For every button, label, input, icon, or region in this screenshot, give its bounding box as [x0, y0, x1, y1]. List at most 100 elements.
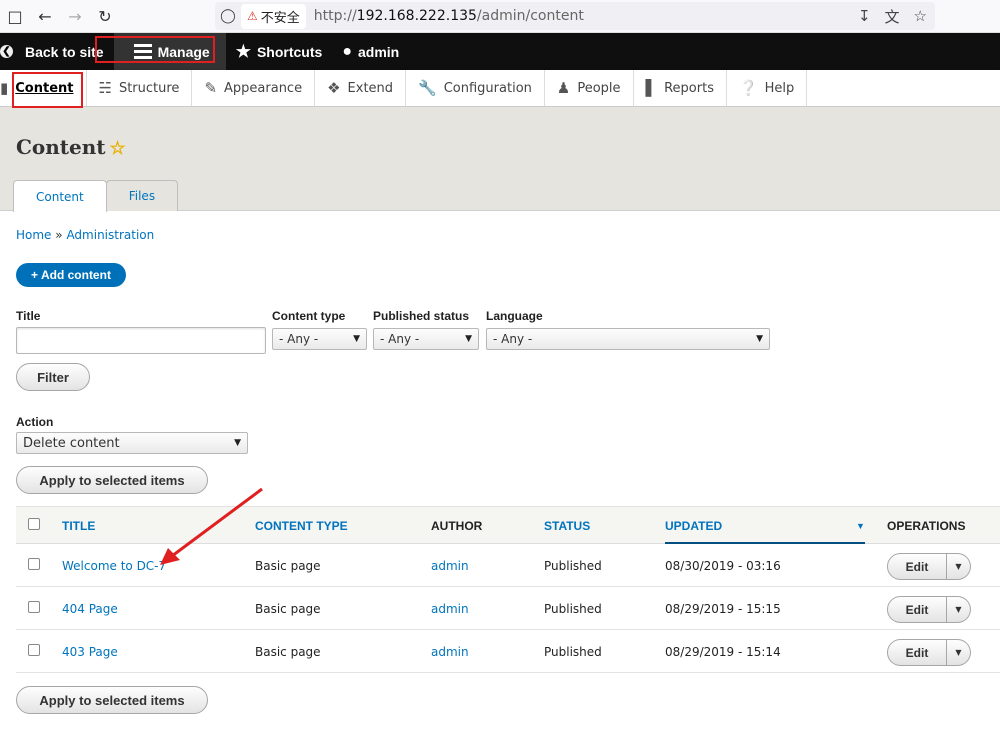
table-row: 403 Page Basic page admin Published 08/2… [16, 630, 1000, 673]
caret-down-icon: ▼ [465, 334, 472, 344]
row-content-type: Basic page [255, 559, 321, 573]
operations-dropdown-toggle[interactable]: ▼ [947, 553, 971, 580]
action-select[interactable]: Delete content ▼ [16, 432, 248, 454]
translate-icon[interactable]: 文 [885, 6, 900, 27]
edit-button[interactable]: Edit [887, 553, 947, 580]
operations-dropdown-toggle[interactable]: ▼ [947, 596, 971, 623]
tray-item-label: Help [764, 80, 795, 96]
title-filter-label: Title [16, 309, 41, 323]
tray-item-structure[interactable]: ☵ Structure [87, 70, 193, 106]
apply-selected-button-bottom[interactable]: Apply to selected items [16, 686, 208, 714]
url-text[interactable]: http://192.168.222.135/admin/content [314, 8, 584, 24]
add-content-button[interactable]: + Add content [16, 263, 126, 287]
breadcrumb: Home » Administration [16, 228, 154, 242]
published-status-value: - Any - [380, 332, 420, 346]
apply-selected-button-top[interactable]: Apply to selected items [16, 466, 208, 494]
header-content-type[interactable]: CONTENT TYPE [255, 519, 348, 533]
url-prefix: http:// [313, 8, 357, 24]
wrench-icon: 🔧 [418, 79, 437, 97]
content-type-select[interactable]: - Any - ▼ [272, 328, 367, 350]
back-to-site-link[interactable]: ❮ Back to site [0, 33, 114, 70]
caret-down-icon: ▼ [955, 648, 962, 657]
reload-icon[interactable]: ↻ [90, 0, 120, 33]
row-content-type: Basic page [255, 602, 321, 616]
row-updated: 08/29/2019 - 15:14 [665, 645, 781, 659]
forward-arrow-icon[interactable]: → [60, 0, 90, 33]
table-header: TITLE CONTENT TYPE AUTHOR STATUS UPDATED… [16, 506, 1000, 544]
table-row: 404 Page Basic page admin Published 08/2… [16, 587, 1000, 630]
row-title-link[interactable]: 404 Page [62, 602, 118, 616]
content-type-value: - Any - [279, 332, 319, 346]
browser-bar: □ ← → ↻ ◯ ⚠ 不安全 http://192.168.222.135/a… [0, 0, 1000, 33]
back-arrow-icon[interactable]: ← [30, 0, 60, 33]
url-path: /admin/content [476, 8, 584, 24]
shortcuts-label: Shortcuts [256, 43, 323, 60]
url-host: 192.168.222.135 [356, 8, 477, 24]
bar-chart-icon: ▌ [645, 79, 658, 97]
address-bar[interactable]: ◯ ⚠ 不安全 http://192.168.222.135/admin/con… [215, 2, 935, 30]
header-author: AUTHOR [431, 519, 483, 533]
header-status[interactable]: STATUS [544, 519, 590, 533]
language-select[interactable]: - Any - ▼ [486, 328, 770, 350]
shield-icon[interactable]: ◯ [215, 8, 241, 24]
row-status: Published [544, 645, 602, 659]
edit-button[interactable]: Edit [887, 639, 947, 666]
row-status: Published [544, 602, 602, 616]
tray-item-extend[interactable]: ❖ Extend [315, 70, 407, 106]
published-status-label: Published status [373, 309, 470, 323]
select-all-checkbox[interactable] [28, 518, 40, 530]
user-icon: ● [342, 42, 352, 60]
header-updated[interactable]: UPDATED [665, 519, 722, 533]
page-title-text: Content [16, 135, 106, 159]
breadcrumb-administration[interactable]: Administration [66, 228, 154, 242]
language-value: - Any - [493, 332, 533, 346]
row-title-link[interactable]: 403 Page [62, 645, 118, 659]
shortcut-star-icon[interactable]: ☆ [110, 138, 126, 159]
tray-item-label: Extend [347, 80, 394, 96]
edit-button[interactable]: Edit [887, 596, 947, 623]
breadcrumb-home[interactable]: Home [16, 228, 51, 242]
tab-view-icon[interactable]: □ [0, 0, 30, 33]
broken-lock-icon: ⚠ [247, 9, 258, 23]
bookmark-star-icon[interactable]: ☆ [914, 7, 927, 25]
tray-item-configuration[interactable]: 🔧 Configuration [406, 70, 545, 106]
row-author-link[interactable]: admin [431, 602, 469, 616]
tray-item-help[interactable]: ❔ Help [727, 70, 808, 106]
row-author-link[interactable]: admin [431, 559, 469, 573]
caret-down-icon: ▼ [756, 334, 763, 344]
caret-down-icon: ▼ [234, 438, 241, 448]
title-filter-input[interactable] [16, 327, 266, 354]
people-icon: ♟ [556, 79, 571, 97]
filter-button[interactable]: Filter [16, 363, 90, 391]
operations-dropdown-toggle[interactable]: ▼ [947, 639, 971, 666]
document-icon: ▮ [0, 79, 9, 97]
row-checkbox[interactable] [28, 558, 40, 570]
row-author-link[interactable]: admin [431, 645, 469, 659]
tray-item-content[interactable]: ▮ Content [0, 70, 87, 106]
shortcuts-toggle[interactable]: ★ Shortcuts [226, 33, 333, 70]
header-title[interactable]: TITLE [62, 519, 95, 533]
hamburger-icon [133, 44, 152, 59]
tray-item-label: Content [15, 80, 74, 96]
tab-content[interactable]: Content [13, 180, 107, 212]
tray-item-people[interactable]: ♟ People [545, 70, 634, 106]
tray-item-reports[interactable]: ▌ Reports [634, 70, 727, 106]
back-to-site-label: Back to site [25, 43, 104, 60]
user-label: admin [357, 43, 400, 60]
primary-tabs: Content Files [13, 180, 179, 212]
row-checkbox[interactable] [28, 644, 40, 656]
published-status-select[interactable]: - Any - ▼ [373, 328, 479, 350]
row-checkbox[interactable] [28, 601, 40, 613]
tab-files[interactable]: Files [105, 180, 179, 211]
manage-toggle[interactable]: Manage [113, 33, 226, 70]
row-updated: 08/29/2019 - 15:15 [665, 602, 781, 616]
tray-item-appearance[interactable]: ✎ Appearance [192, 70, 316, 106]
insecure-badge[interactable]: ⚠ 不安全 [241, 3, 306, 29]
content-table: TITLE CONTENT TYPE AUTHOR STATUS UPDATED… [16, 506, 1000, 673]
content-type-label: Content type [272, 309, 346, 323]
row-title-link[interactable]: Welcome to DC-7 [62, 559, 166, 573]
caret-down-icon: ▼ [955, 562, 962, 571]
user-toggle[interactable]: ● admin [332, 33, 409, 70]
download-icon[interactable]: ↧ [858, 7, 871, 25]
admin-tray: ▮ Content ☵ Structure ✎ Appearance ❖ Ext… [0, 70, 1000, 107]
